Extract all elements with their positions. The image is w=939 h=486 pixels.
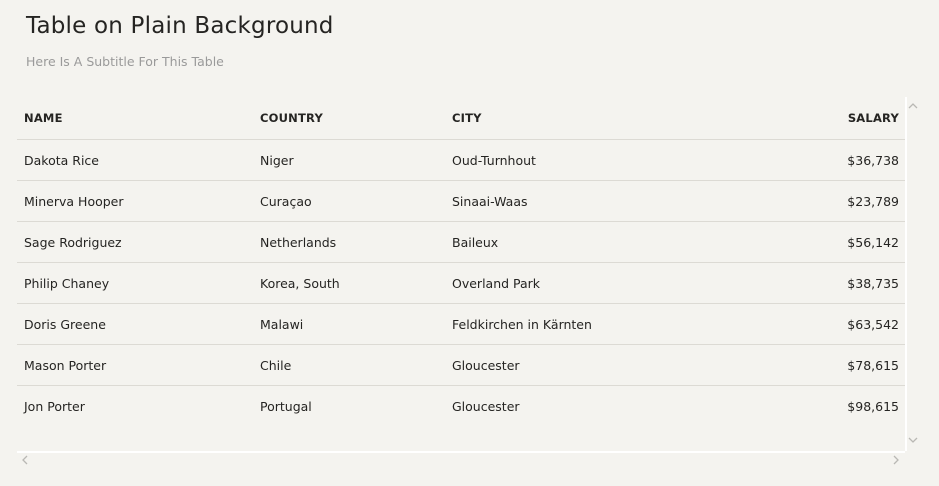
cell-country: Malawi <box>253 303 445 345</box>
header-city: CITY <box>445 97 752 140</box>
cell-city: Baileux <box>445 221 752 263</box>
cell-country: Portugal <box>260 398 312 414</box>
cell-city: Overland Park <box>445 262 752 304</box>
table-row: Minerva Hooper Curaçao Sinaai-Waas $23,7… <box>17 180 905 222</box>
cell-country: Curaçao <box>253 180 445 222</box>
table-header-row: NAME COUNTRY CITY SALARY <box>17 97 905 140</box>
chevron-right-icon[interactable] <box>893 455 900 468</box>
cell-salary: $63,542 <box>752 303 905 345</box>
chevron-left-icon[interactable] <box>21 455 28 468</box>
cell-salary: $56,142 <box>752 221 905 263</box>
horizontal-scrollbar[interactable] <box>17 451 905 465</box>
table-row: Mason Porter Chile Gloucester $78,615 <box>17 344 905 386</box>
table-row: Doris Greene Malawi Feldkirchen in Kärnt… <box>17 303 905 345</box>
cell-country: Korea, South <box>253 262 445 304</box>
vertical-scrollbar-track[interactable] <box>905 97 907 451</box>
cell-name: Dakota Rice <box>17 139 253 181</box>
table-row: Dakota Rice Niger Oud-Turnhout $36,738 <box>17 139 905 181</box>
vertical-scrollbar[interactable] <box>905 97 919 451</box>
cell-name: Minerva Hooper <box>17 180 253 222</box>
cell-city: Gloucester <box>445 344 752 386</box>
card-header: Table on Plain Background Here Is A Subt… <box>26 12 334 69</box>
cell-name: Mason Porter <box>17 344 253 386</box>
cell-city: Gloucester <box>452 398 520 414</box>
cell-name: Sage Rodriguez <box>17 221 253 263</box>
table-card: Table on Plain Background Here Is A Subt… <box>0 0 939 486</box>
data-table: NAME COUNTRY CITY SALARY Dakota Rice Nig… <box>17 97 905 426</box>
cell-city: Oud-Turnhout <box>445 139 752 181</box>
chevron-down-icon[interactable] <box>908 437 918 447</box>
cell-name: Philip Chaney <box>17 262 253 304</box>
table-row: Jon Porter Portugal Gloucester $98,615 <box>17 386 905 427</box>
header-country: COUNTRY <box>253 97 445 140</box>
cell-salary: $36,738 <box>752 139 905 181</box>
horizontal-scrollbar-track[interactable] <box>17 451 905 453</box>
cell-salary: $38,735 <box>752 262 905 304</box>
table-row: Philip Chaney Korea, South Overland Park… <box>17 262 905 304</box>
cell-country: Chile <box>253 344 445 386</box>
cell-salary: $78,615 <box>752 344 905 386</box>
table-row: Sage Rodriguez Netherlands Baileux $56,1… <box>17 221 905 263</box>
chevron-up-icon[interactable] <box>908 102 918 112</box>
header-name: NAME <box>17 97 253 140</box>
cell-name: Doris Greene <box>17 303 253 345</box>
cell-salary: $23,789 <box>752 180 905 222</box>
cell-name: Jon Porter <box>24 398 85 414</box>
table-scroll-area[interactable]: NAME COUNTRY CITY SALARY Dakota Rice Nig… <box>17 97 905 451</box>
card-subtitle: Here Is A Subtitle For This Table <box>26 54 224 69</box>
cell-city: Sinaai-Waas <box>445 180 752 222</box>
cell-salary: $98,615 <box>847 398 899 414</box>
cell-country: Niger <box>253 139 445 181</box>
card-title: Table on Plain Background <box>26 13 334 39</box>
cell-city: Feldkirchen in Kärnten <box>445 303 752 345</box>
header-salary: SALARY <box>752 97 905 140</box>
cell-country: Netherlands <box>253 221 445 263</box>
